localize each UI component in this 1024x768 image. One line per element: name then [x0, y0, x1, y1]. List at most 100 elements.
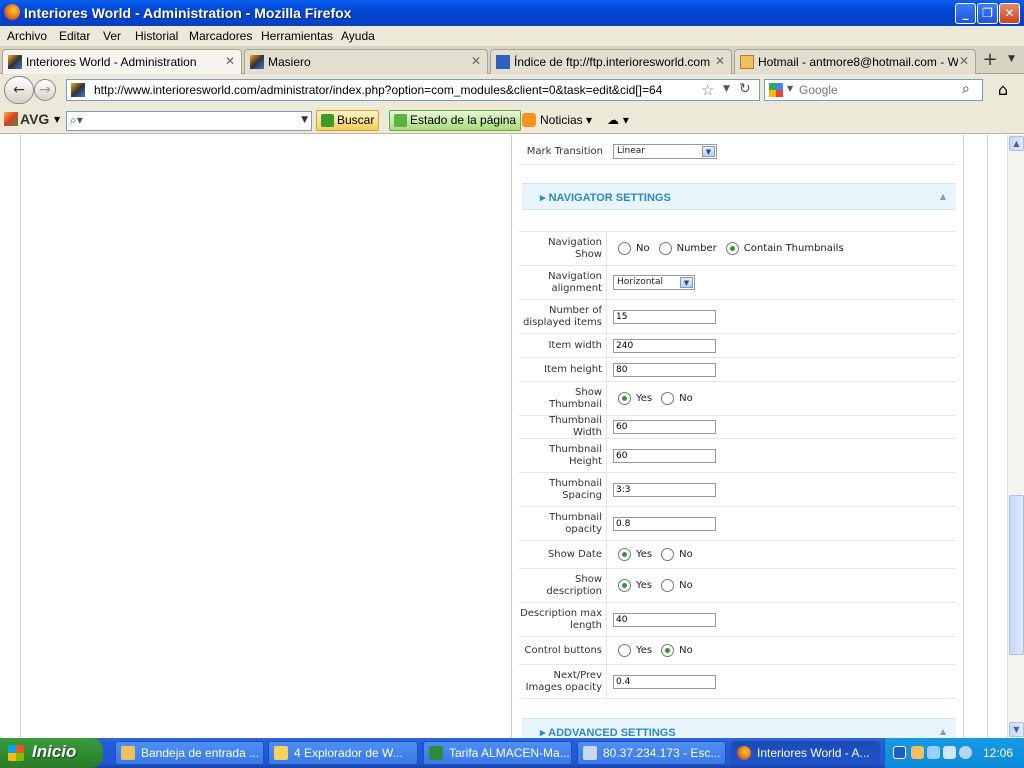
search-engine-dropdown-icon[interactable]: ▼: [787, 84, 793, 93]
description-max-input[interactable]: [613, 612, 716, 627]
item-width-input[interactable]: [613, 338, 716, 353]
menu-editar[interactable]: Editar: [59, 29, 90, 43]
mark-transition-select[interactable]: Linear ▼: [613, 144, 717, 159]
thumbnail-width-input[interactable]: [613, 420, 716, 434]
scroll-down-icon[interactable]: ▼: [1009, 722, 1024, 737]
noticias-button[interactable]: Noticias ▾: [522, 113, 592, 127]
history-dropdown-icon[interactable]: ▼: [723, 84, 730, 94]
navigation-alignment-select[interactable]: Horizontal ▼: [613, 275, 695, 290]
navigation-show-number-radio[interactable]: [658, 242, 672, 255]
tray-messenger-icon[interactable]: [959, 746, 972, 759]
weather-icon[interactable]: ☁ ▾: [607, 113, 629, 127]
show-thumbnail-no-radio[interactable]: [661, 392, 675, 405]
estado-pagina-button[interactable]: Estado de la página: [389, 110, 522, 131]
scroll-thumb[interactable]: [1009, 495, 1024, 655]
search-input[interactable]: [799, 82, 959, 98]
navigation-alignment-label: Navigation alignment: [519, 266, 607, 299]
bookmark-star-icon[interactable]: ☆: [701, 81, 714, 99]
menu-ayuda[interactable]: Ayuda: [341, 29, 375, 43]
next-prev-opacity-input[interactable]: [613, 674, 716, 689]
show-thumbnail-yes-radio[interactable]: [618, 392, 631, 405]
tab-hotmail[interactable]: Hotmail - antmore8@hotmail.com - Wind...…: [734, 49, 976, 74]
show-description-no-radio[interactable]: [661, 579, 675, 592]
collapse-icon[interactable]: ▲: [940, 192, 946, 201]
close-button[interactable]: ✕: [999, 3, 1020, 24]
mail-icon: [740, 55, 754, 69]
show-date-no-radio[interactable]: [661, 548, 675, 561]
avg-logo[interactable]: AVG: [4, 111, 49, 127]
mark-transition-label: Mark Transition: [526, 145, 603, 157]
navigation-show-no-radio[interactable]: [618, 242, 631, 255]
close-tab-icon[interactable]: ✕: [225, 54, 235, 68]
close-tab-icon[interactable]: ✕: [959, 54, 969, 68]
menu-herramientas[interactable]: Herramientas: [261, 29, 333, 43]
menu-bar: Archivo Editar Ver Historial Marcadores …: [0, 26, 1024, 46]
tab-masiero[interactable]: Masiero ✕: [244, 49, 488, 74]
mail-icon: [121, 746, 135, 760]
tray-security-icon[interactable]: [943, 746, 956, 759]
show-date-yes-radio[interactable]: [618, 548, 631, 561]
tab-list-icon[interactable]: ▼: [1008, 54, 1015, 64]
radio-label: No: [679, 549, 693, 560]
taskbar-item-mail[interactable]: Bandeja de entrada ...: [115, 741, 264, 765]
avg-dropdown-icon[interactable]: ▼: [54, 115, 60, 124]
scroll-up-icon[interactable]: ▲: [1009, 136, 1024, 151]
tab-interiores-world[interactable]: Interiores World - Administration ✕: [2, 49, 242, 74]
window-title: Interiores World - Administration - Mozi…: [24, 5, 352, 21]
menu-ver[interactable]: Ver: [103, 29, 121, 43]
mark-transition-row: Mark Transition Linear ▼: [519, 139, 956, 165]
navigation-show-thumbnails-radio[interactable]: [725, 242, 739, 255]
control-buttons-label: Control buttons: [519, 637, 607, 664]
close-tab-icon[interactable]: ✕: [715, 54, 725, 68]
taskbar-item-explorer[interactable]: 4 Explorador de W...: [268, 741, 418, 765]
joomla-icon: [8, 55, 22, 69]
back-button[interactable]: ←: [4, 76, 34, 104]
navigator-settings-header[interactable]: ▸ NAVIGATOR SETTINGS ▲: [522, 183, 956, 210]
forward-button[interactable]: →: [34, 79, 56, 101]
avg-logo-text: AVG: [20, 111, 50, 127]
buscar-button[interactable]: Buscar: [316, 110, 380, 131]
navigation-show-label: Navigation Show: [519, 232, 607, 265]
task-label: 4 Explorador de W...: [294, 746, 403, 760]
displayed-items-input[interactable]: [613, 309, 716, 324]
home-icon[interactable]: ⌂: [990, 80, 1016, 102]
url-bar[interactable]: http://www.interioresworld.com/administr…: [66, 79, 760, 101]
radio-label: No: [636, 243, 650, 254]
menu-historial[interactable]: Historial: [135, 29, 178, 43]
advanced-settings-header[interactable]: ▸ ADDVANCED SETTINGS ▲: [522, 718, 956, 738]
tab-ftp[interactable]: Índice de ftp://ftp.interioresworld.com/…: [490, 49, 732, 74]
taskbar-item-remote[interactable]: 80.37.234.173 - Esc...: [577, 741, 726, 765]
avg-search-input[interactable]: ⌕▾ ▼: [66, 111, 312, 131]
control-buttons-yes-radio[interactable]: [618, 644, 631, 657]
taskbar-item-firefox[interactable]: Interiores World - A...: [731, 741, 880, 765]
dropdown-icon[interactable]: ▼: [301, 115, 308, 125]
item-height-input[interactable]: [613, 362, 716, 377]
minimize-button[interactable]: _: [955, 3, 976, 24]
thumbnail-height-input[interactable]: [613, 448, 716, 463]
collapse-icon[interactable]: ▲: [940, 727, 946, 736]
thumbnail-spacing-input[interactable]: [613, 482, 716, 497]
tray-network-icon[interactable]: [927, 746, 940, 759]
close-tab-icon[interactable]: ✕: [471, 54, 481, 68]
start-button[interactable]: Inicio: [0, 738, 103, 768]
displayed-items-row: Number of displayed items: [519, 300, 956, 334]
restore-button[interactable]: ❐: [977, 3, 998, 24]
show-description-yes-radio[interactable]: [618, 579, 631, 592]
control-buttons-no-radio[interactable]: [661, 644, 675, 657]
tray-expand-icon[interactable]: [893, 746, 906, 759]
search-icon[interactable]: ⌕: [962, 81, 970, 97]
item-height-row: Item height: [519, 358, 956, 382]
tray-mail-icon[interactable]: [911, 746, 924, 759]
next-prev-opacity-row: Next/Prev Images opacity: [519, 665, 956, 699]
menu-marcadores[interactable]: Marcadores: [189, 29, 252, 43]
vertical-scrollbar[interactable]: ▲ ▼: [1007, 135, 1024, 738]
google-icon[interactable]: [769, 83, 783, 97]
menu-archivo[interactable]: Archivo: [7, 29, 47, 43]
taskbar-item-tarifa[interactable]: Tarifa ALMACEN-Ma...: [423, 741, 572, 765]
reload-icon[interactable]: ↻: [739, 81, 751, 97]
noticias-label: Noticias: [540, 113, 583, 127]
thumbnail-opacity-input[interactable]: [613, 516, 716, 531]
new-tab-button[interactable]: +: [977, 50, 1003, 72]
radio-label: No: [679, 580, 693, 591]
show-description-row: Show description Yes No: [519, 569, 956, 603]
